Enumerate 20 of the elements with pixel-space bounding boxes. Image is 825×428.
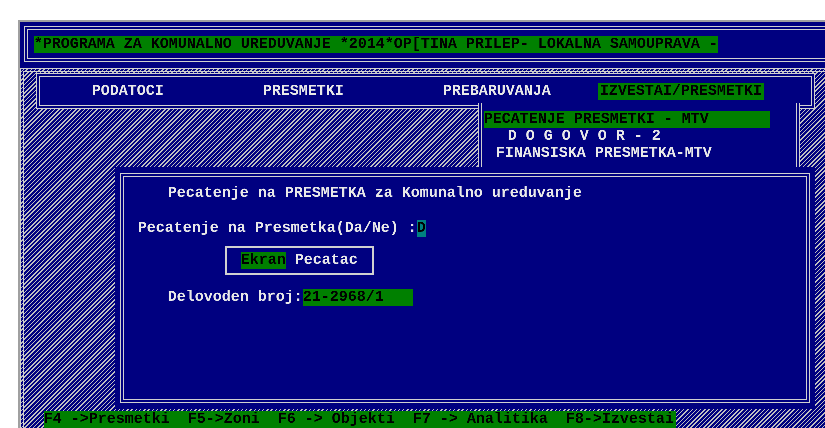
menu-item[interactable]: PECATENJE PRESMETKI - MTV [484, 111, 770, 128]
option-button[interactable]: Pecatac [295, 252, 358, 269]
dialog-title: Pecatenje na PRESMETKA za Komunalno ureduvanje [168, 185, 584, 202]
field-label: Delovoden broj: [168, 289, 304, 306]
shortcut-hint: F4 ->Presmetki [44, 411, 170, 428]
shortcut-hint: F5->Zoni [188, 411, 260, 428]
menu-item[interactable]: PRESMETKI [261, 82, 346, 100]
window-title: *PROGRAMA ZA KOMUNALNO UREDUVANJE *2014*OP[TINA PRILEP- LOKALNA SAMOUPRAVA - [34, 36, 718, 52]
input-field[interactable]: D [417, 220, 426, 237]
menu-item[interactable]: IZVESTAI/PRESMETKI [598, 82, 764, 100]
menu-item[interactable]: FINANSISKA PRESMETKA-MTV [496, 145, 712, 162]
shortcut-hint: F7 -> Analitika [413, 411, 548, 428]
menu-item[interactable]: PODATOCI [90, 82, 166, 100]
field-label: Pecatenje na Presmetka(Da/Ne) : [138, 220, 418, 237]
shortcut-hint: F6 -> Objekti [278, 411, 396, 428]
input-field[interactable]: 21-2968/1 [303, 289, 414, 306]
menu-item[interactable]: D O G O V O R - 2 [508, 128, 662, 145]
menu-item[interactable]: PREBARUVANJA [441, 82, 554, 100]
option-button[interactable]: Ekran [241, 252, 286, 269]
shortcut-hint: F8->Izvestai [566, 411, 674, 428]
